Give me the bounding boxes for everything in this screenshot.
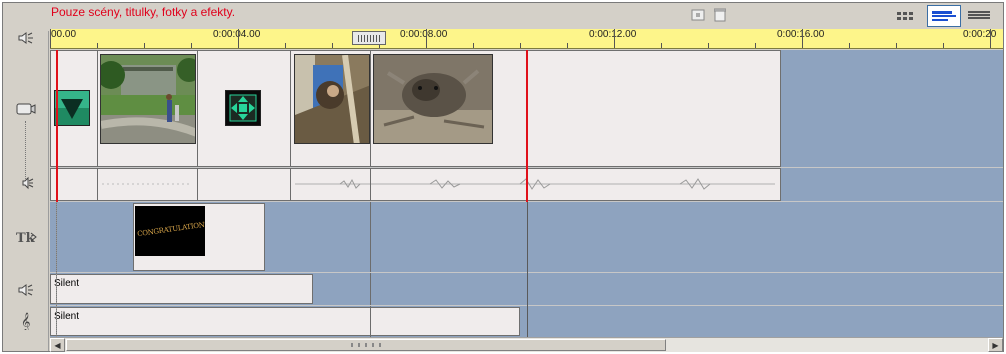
time-ruler[interactable]: 00.00 0:00:04.00 0:00:08.00 0:00:12.00 0…: [50, 29, 1003, 49]
svg-text:𝄞: 𝄞: [21, 312, 30, 330]
in-marker[interactable]: [56, 50, 58, 202]
playhead-line: [527, 202, 528, 337]
ruler-label-4s: 0:00:04.00: [213, 29, 261, 40]
storyboard-mode-icon[interactable]: [895, 9, 917, 23]
audio-volume-icon[interactable]: [15, 28, 37, 48]
audio-clip-1-label: Silent: [54, 278, 80, 289]
title-thumbnail: CONGRATULATIONS!: [135, 206, 205, 256]
music-clip-label: Silent: [54, 311, 80, 322]
status-message: Pouze scény, titulky, fotky a efekty.: [51, 5, 236, 19]
playhead-marker[interactable]: [526, 50, 528, 202]
timeline-tracks: CONGRATULATIONS! Silent Silent: [50, 50, 1003, 337]
trash-icon[interactable]: [713, 8, 727, 22]
timeline-window: Tk 𝄞 Pouze scény, titulky, fotky a efekt…: [2, 2, 1004, 352]
music-track-icon[interactable]: 𝄞: [15, 311, 37, 331]
video-clip-warthog[interactable]: [373, 54, 493, 144]
split-clip-icon[interactable]: [691, 9, 705, 21]
video-audio-icon[interactable]: [15, 173, 37, 193]
ruler-label-16s: 0:00:16.00: [777, 29, 825, 40]
ruler-label-20s: 0:00:20: [963, 29, 997, 40]
music-clip[interactable]: Silent: [50, 307, 520, 336]
timeline-mode-button[interactable]: [927, 5, 961, 27]
svg-text:Tk: Tk: [16, 231, 36, 245]
audio-view-mode-icon[interactable]: [965, 7, 993, 23]
audio-track-icon[interactable]: [15, 280, 37, 300]
audio-clip-1[interactable]: Silent: [50, 274, 313, 304]
scrollbar-thumb[interactable]: [66, 339, 666, 351]
horizontal-scrollbar[interactable]: ◀ ▶: [50, 337, 1003, 352]
title-track-icon[interactable]: Tk: [15, 227, 37, 247]
video-track-icon[interactable]: [15, 99, 37, 119]
ruler-label-8s: 0:00:08.00: [400, 29, 448, 40]
ruler-label-12s: 0:00:12.00: [589, 29, 637, 40]
zoom-slider-thumb[interactable]: [352, 31, 386, 45]
transition-effect-thumbnail[interactable]: [225, 90, 261, 126]
title-overlay-text: CONGRATULATIONS!: [136, 219, 205, 239]
video-clip-park[interactable]: [100, 54, 196, 144]
ruler-label-0: 00.00: [51, 29, 77, 40]
video-clip-monkey[interactable]: [294, 54, 370, 144]
transition-thumbnail[interactable]: [54, 90, 90, 126]
track-header-column: Tk 𝄞: [3, 3, 49, 351]
audio-waveform: [102, 178, 775, 190]
scroll-left-button[interactable]: ◀: [50, 338, 65, 352]
scroll-right-button[interactable]: ▶: [988, 338, 1003, 352]
track-link-line: [25, 121, 26, 179]
title-clip[interactable]: CONGRATULATIONS!: [133, 203, 265, 271]
status-bar: Pouze scény, titulky, fotky a efekty.: [3, 3, 1003, 31]
